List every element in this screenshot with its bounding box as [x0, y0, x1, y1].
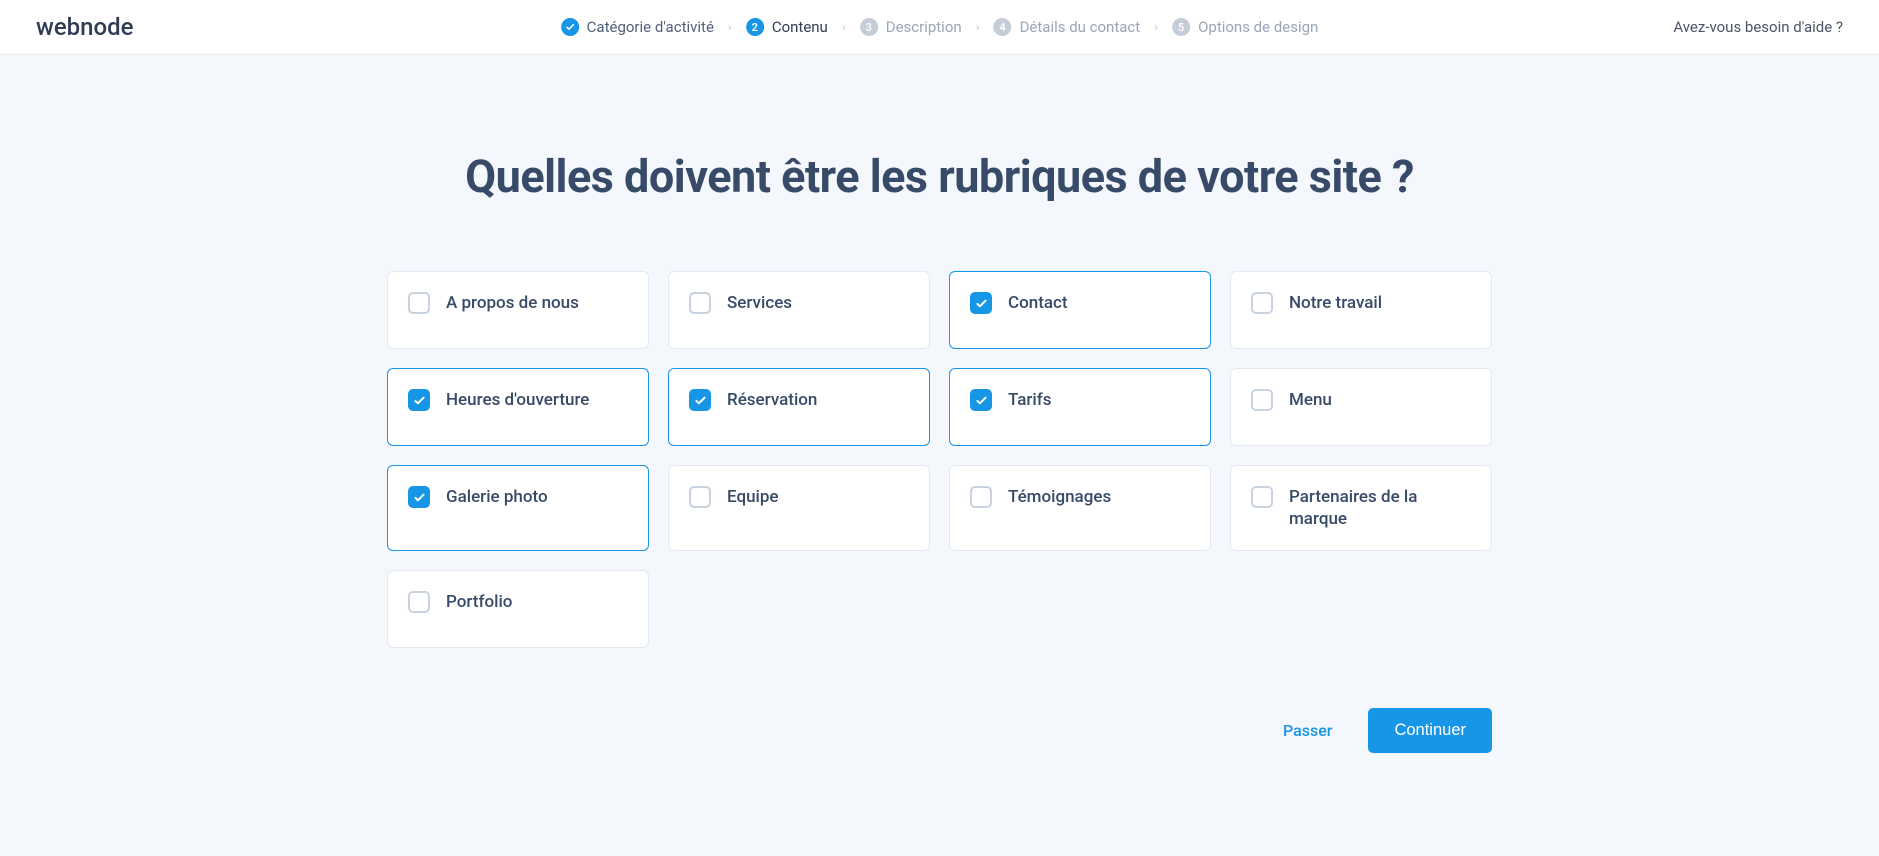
option-card[interactable]: Portfolio	[387, 570, 649, 648]
option-card[interactable]: Réservation	[668, 368, 930, 446]
page-title: Quelles doivent être les rubriques de vo…	[465, 150, 1414, 203]
option-label: Equipe	[727, 486, 779, 508]
continue-button[interactable]: Continuer	[1368, 708, 1492, 753]
option-card[interactable]: A propos de nous	[387, 271, 649, 349]
step-description[interactable]: 3 Description	[860, 18, 962, 36]
header: webnode Catégorie d'activité › 2 Contenu…	[0, 0, 1879, 55]
actions: Passer Continuer	[387, 708, 1492, 753]
step-content[interactable]: 2 Contenu	[746, 18, 828, 36]
step-label: Contenu	[772, 18, 828, 36]
option-label: Heures d'ouverture	[446, 389, 589, 411]
option-card[interactable]: Menu	[1230, 368, 1492, 446]
checkbox-checked-icon[interactable]	[408, 389, 430, 411]
option-card[interactable]: Heures d'ouverture	[387, 368, 649, 446]
chevron-right-icon: ›	[728, 20, 732, 35]
option-card[interactable]: Contact	[949, 271, 1211, 349]
step-category[interactable]: Catégorie d'activité	[561, 18, 714, 36]
brand-logo: webnode	[36, 13, 134, 41]
checkbox-unchecked-icon[interactable]	[1251, 292, 1273, 314]
step-label: Description	[886, 18, 962, 36]
checkbox-unchecked-icon[interactable]	[408, 591, 430, 613]
step-contact-details[interactable]: 4 Détails du contact	[994, 18, 1141, 36]
checkbox-checked-icon[interactable]	[689, 389, 711, 411]
option-card[interactable]: Equipe	[668, 465, 930, 551]
chevron-right-icon: ›	[1154, 20, 1158, 35]
checkbox-checked-icon[interactable]	[408, 486, 430, 508]
option-card[interactable]: Notre travail	[1230, 271, 1492, 349]
option-label: Menu	[1289, 389, 1332, 411]
checkbox-unchecked-icon[interactable]	[1251, 486, 1273, 508]
chevron-right-icon: ›	[842, 20, 846, 35]
step-number-icon: 2	[746, 18, 764, 36]
option-label: Partenaires de la marque	[1289, 486, 1471, 530]
step-number-icon: 5	[1172, 18, 1190, 36]
checkbox-checked-icon[interactable]	[970, 292, 992, 314]
option-card[interactable]: Services	[668, 271, 930, 349]
option-label: Contact	[1008, 292, 1068, 314]
options-grid: A propos de nous Services Contact Notre tra…	[387, 271, 1492, 648]
option-label: Services	[727, 292, 792, 314]
checkbox-unchecked-icon[interactable]	[408, 292, 430, 314]
step-label: Options de design	[1198, 18, 1318, 36]
step-label: Détails du contact	[1020, 18, 1141, 36]
option-card[interactable]: Partenaires de la marque	[1230, 465, 1492, 551]
check-icon	[561, 18, 579, 36]
option-label: Notre travail	[1289, 292, 1382, 314]
skip-button[interactable]: Passer	[1283, 721, 1332, 740]
option-card[interactable]: Galerie photo	[387, 465, 649, 551]
main: Quelles doivent être les rubriques de vo…	[0, 55, 1879, 753]
option-card[interactable]: Témoignages	[949, 465, 1211, 551]
checkbox-unchecked-icon[interactable]	[689, 292, 711, 314]
stepper: Catégorie d'activité › 2 Contenu › 3 Des…	[561, 18, 1319, 36]
checkbox-unchecked-icon[interactable]	[689, 486, 711, 508]
step-design-options[interactable]: 5 Options de design	[1172, 18, 1318, 36]
option-label: A propos de nous	[446, 292, 579, 314]
checkbox-checked-icon[interactable]	[970, 389, 992, 411]
option-label: Tarifs	[1008, 389, 1052, 411]
help-link[interactable]: Avez-vous besoin d'aide ?	[1673, 18, 1843, 36]
option-card[interactable]: Tarifs	[949, 368, 1211, 446]
step-label: Catégorie d'activité	[587, 18, 714, 36]
chevron-right-icon: ›	[976, 20, 980, 35]
checkbox-unchecked-icon[interactable]	[1251, 389, 1273, 411]
option-label: Témoignages	[1008, 486, 1111, 508]
checkbox-unchecked-icon[interactable]	[970, 486, 992, 508]
option-label: Réservation	[727, 389, 817, 411]
step-number-icon: 4	[994, 18, 1012, 36]
step-number-icon: 3	[860, 18, 878, 36]
option-label: Galerie photo	[446, 486, 548, 508]
option-label: Portfolio	[446, 591, 512, 613]
